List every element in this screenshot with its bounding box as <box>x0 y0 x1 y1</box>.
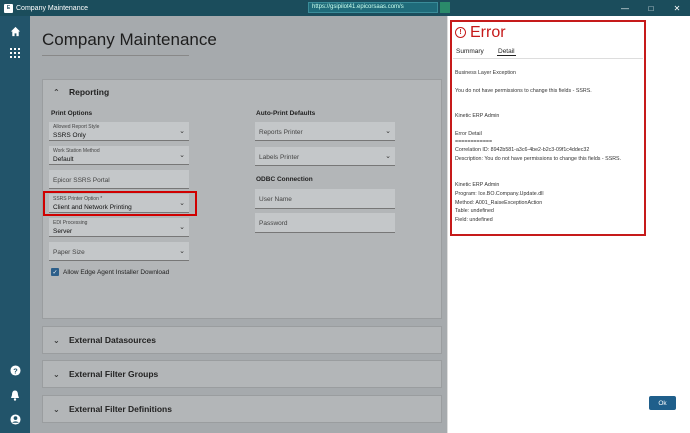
section-external-filter-groups[interactable]: ⌄ External Filter Groups <box>42 360 442 388</box>
password-input[interactable]: Password <box>255 213 395 233</box>
error-line: Field: undefined <box>455 217 493 223</box>
chevron-down-icon: ⌄ <box>53 335 60 345</box>
error-line: Correlation ID: 8942b581-a3c6-4be2-b2c3-… <box>455 147 590 153</box>
chevron-up-icon: ⌃ <box>53 87 60 97</box>
window-title: Company Maintenance <box>16 4 88 12</box>
left-nav: ? <box>0 16 30 433</box>
help-icon[interactable]: ? <box>8 363 22 377</box>
svg-text:?: ? <box>13 366 18 375</box>
error-line: ============ <box>455 139 493 145</box>
section-label: External Datasources <box>69 335 156 345</box>
chevron-down-icon: ⌄ <box>179 248 185 255</box>
error-line: You do not have permissions to change th… <box>455 88 592 94</box>
top-field[interactable] <box>42 50 189 56</box>
reporting-header[interactable]: ⌃ Reporting <box>43 80 441 104</box>
allow-edge-agent-checkbox[interactable]: ✓ <box>51 268 59 276</box>
error-title: Error <box>470 24 506 41</box>
app-icon: E <box>4 3 13 13</box>
close-button[interactable]: ✕ <box>664 0 690 16</box>
address-field[interactable]: https://gsipilot41.epicorsaas.com/s <box>308 2 438 13</box>
error-line: Description: You do not have permissions… <box>455 156 622 162</box>
page-title: Company Maintenance <box>42 30 217 49</box>
auto-print-label: Auto-Print Defaults <box>256 110 316 117</box>
title-bar: E Company Maintenance https://gsipilot41… <box>0 0 690 16</box>
error-line: Program: Ice.BO.Company.Update.dll <box>455 191 544 197</box>
section-external-datasources[interactable]: ⌄ External Datasources <box>42 326 442 354</box>
chevron-down-icon: ⌄ <box>179 128 185 135</box>
error-line: Kinetic ERP Admin <box>455 113 500 119</box>
minimize-button[interactable]: — <box>612 0 638 16</box>
ssrs-printer-highlight <box>43 191 197 216</box>
print-options-label: Print Options <box>51 110 93 117</box>
user-icon[interactable] <box>8 412 22 426</box>
work-station-method-select[interactable]: Work Station Method Default ⌄ <box>49 146 189 165</box>
chevron-down-icon: ⌄ <box>179 152 185 159</box>
epicor-ssrs-portal-input[interactable]: Epicor SSRS Portal <box>49 170 189 189</box>
allowed-report-style-select[interactable]: Allowed Report Style SSRS Only ⌄ <box>49 122 189 141</box>
chevron-down-icon: ⌄ <box>53 404 60 414</box>
chevron-down-icon: ⌄ <box>385 128 391 135</box>
odbc-connection-label: ODBC Connection <box>256 176 313 183</box>
tab-divider <box>453 58 643 59</box>
tab-detail[interactable]: Detail <box>497 48 516 56</box>
allow-edge-agent-label: Allow Edge Agent Installer Download <box>63 269 170 276</box>
reports-printer-select[interactable]: Reports Printer ⌄ <box>255 122 395 141</box>
chevron-down-icon: ⌄ <box>385 153 391 160</box>
ok-button[interactable]: Ok <box>649 396 676 410</box>
reporting-header-label: Reporting <box>69 87 110 97</box>
section-external-filter-definitions[interactable]: ⌄ External Filter Definitions <box>42 395 442 423</box>
error-line: Table: undefined <box>455 208 494 214</box>
home-icon[interactable] <box>8 24 22 38</box>
section-label: External Filter Groups <box>69 369 159 379</box>
paper-size-select[interactable]: Paper Size ⌄ <box>49 242 189 261</box>
maximize-button[interactable]: □ <box>638 0 664 16</box>
user-name-input[interactable]: User Name <box>255 189 395 209</box>
chevron-down-icon: ⌄ <box>179 224 185 231</box>
tab-summary[interactable]: Summary <box>456 48 484 55</box>
chevron-down-icon: ⌄ <box>53 369 60 379</box>
labels-printer-select[interactable]: Labels Printer ⌄ <box>255 147 395 166</box>
address-extension <box>440 2 450 13</box>
edi-processing-select[interactable]: EDI Processing Server ⌄ <box>49 218 189 237</box>
error-line: Method: A001_RaiseExceptionAction <box>455 200 543 206</box>
error-line: Business Layer Exception <box>455 70 516 76</box>
notifications-icon[interactable] <box>8 388 22 402</box>
section-label: External Filter Definitions <box>69 404 172 414</box>
error-icon: ! <box>455 27 466 38</box>
error-line: Error Detail <box>455 131 482 137</box>
error-line: Kinetic ERP Admin <box>455 182 500 188</box>
apps-grid-icon[interactable] <box>8 46 22 60</box>
